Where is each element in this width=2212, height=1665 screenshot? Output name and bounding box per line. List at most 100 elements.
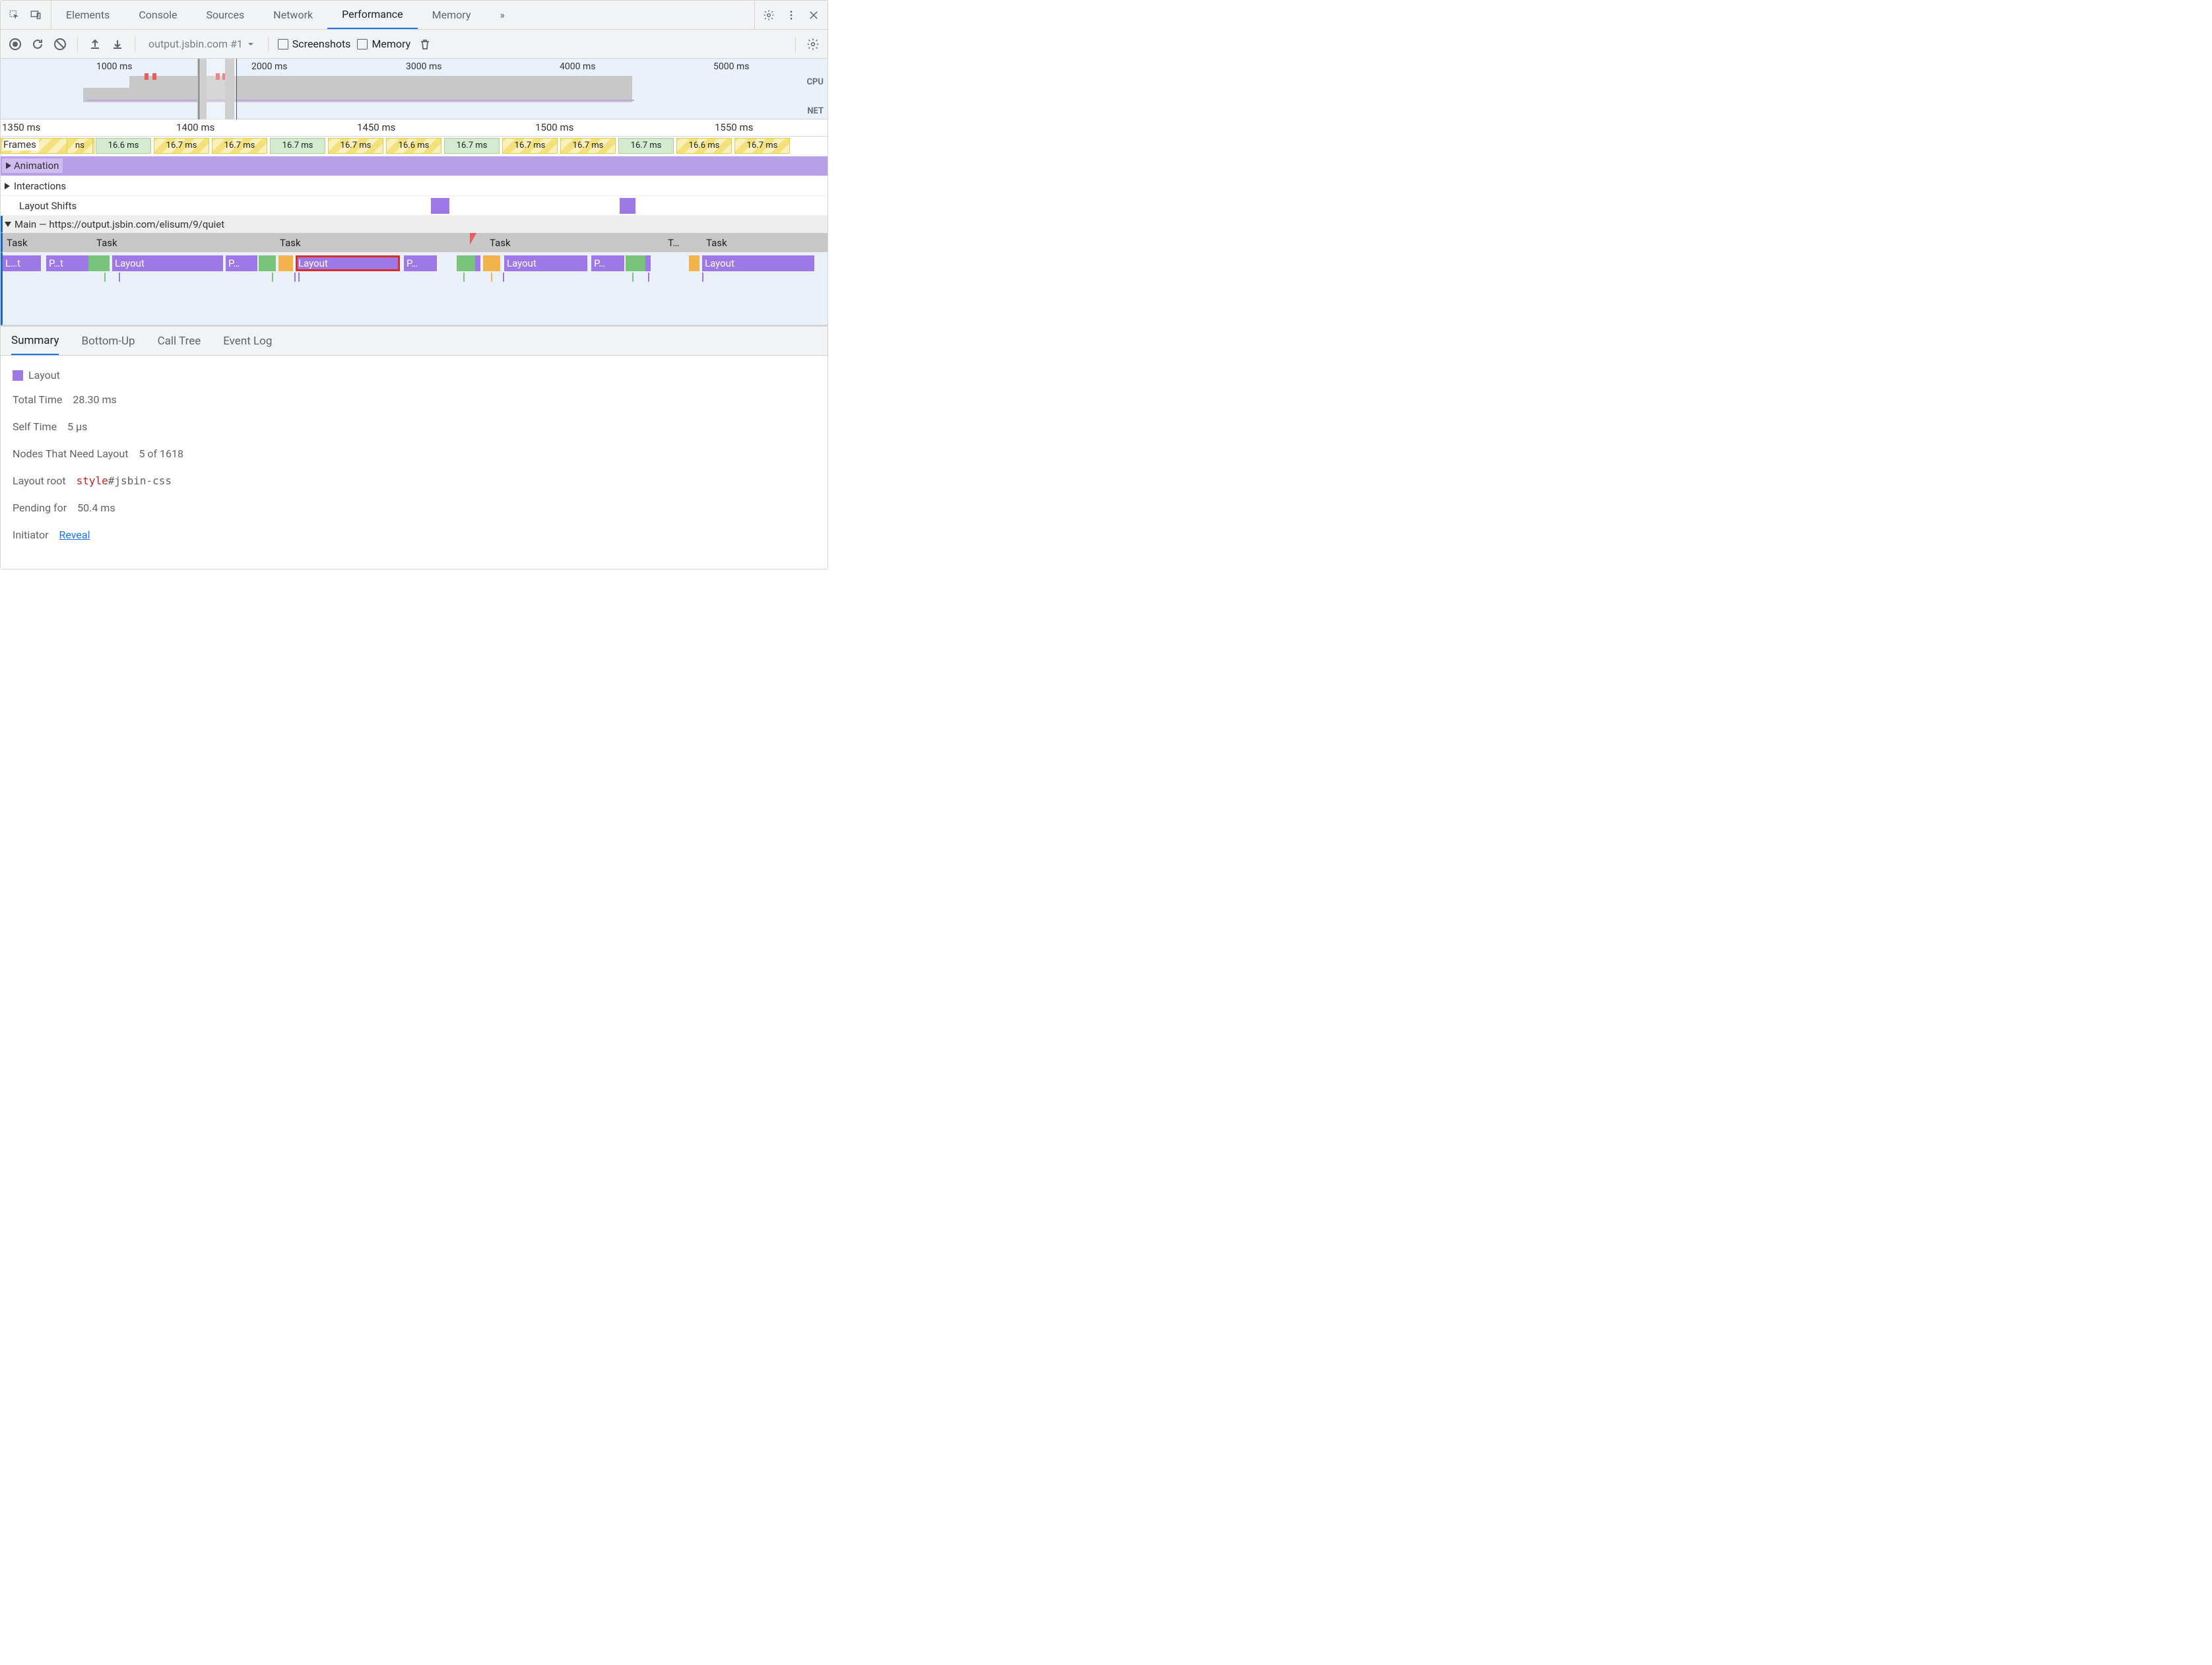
flame-tick (648, 273, 649, 282)
flame-block[interactable]: P…t (46, 255, 88, 271)
flame-block[interactable]: P… (226, 255, 257, 271)
detail-tab-bottom-up[interactable]: Bottom-Up (81, 335, 135, 348)
overview-cpu-label: CPU (807, 77, 824, 87)
detail-layout-root: Layout root style#jsbin-css (13, 474, 816, 487)
task-block[interactable]: Task (276, 235, 470, 251)
task-block[interactable]: Task (92, 235, 271, 251)
detail-tab-summary[interactable]: Summary (11, 327, 59, 355)
device-toolbar-icon[interactable] (30, 9, 42, 21)
frame-cell[interactable]: 16.6 ms (676, 138, 732, 154)
frame-cell[interactable]: 16.7 ms (560, 138, 616, 154)
reveal-link[interactable]: Reveal (59, 529, 90, 541)
gear-icon[interactable] (763, 9, 775, 21)
flame-block[interactable] (278, 255, 293, 271)
frame-cell[interactable]: 16.7 ms (734, 138, 790, 154)
flame-block[interactable]: L…t (3, 255, 41, 271)
overview-minimap[interactable]: 1000 ms 2000 ms 3000 ms 4000 ms 5000 ms … (1, 59, 828, 119)
flame-chart[interactable]: L…tP…tLayoutP…LayoutP…LayoutP…Layout (1, 253, 828, 325)
detail-panel: Summary Bottom-Up Call Tree Event Log La… (1, 325, 828, 569)
detail-self-time: Self Time 5 µs (13, 420, 816, 433)
frame-cell[interactable]: 16.7 ms (270, 138, 325, 154)
record-button[interactable] (7, 36, 23, 52)
tab-console[interactable]: Console (124, 1, 191, 29)
flame-block[interactable] (637, 255, 645, 271)
task-block[interactable]: Task (486, 235, 652, 251)
clear-button[interactable] (52, 36, 68, 52)
flame-block[interactable] (483, 255, 500, 271)
flame-block[interactable]: Layout (112, 255, 223, 271)
frame-cell[interactable]: 16.7 ms (212, 138, 267, 154)
tab-memory[interactable]: Memory (418, 1, 486, 29)
flame-block[interactable] (475, 255, 480, 271)
screenshots-checkbox[interactable]: Screenshots (278, 38, 351, 50)
flame-block[interactable]: Layout (702, 255, 814, 271)
reload-record-button[interactable] (30, 36, 46, 52)
layout-shift-marker[interactable] (431, 198, 449, 214)
detail-nodes: Nodes That Need Layout 5 of 1618 (13, 447, 816, 460)
trash-icon[interactable] (417, 36, 433, 52)
flame-tick (503, 273, 504, 282)
recording-selector[interactable]: output.jsbin.com #1 (145, 36, 259, 51)
flame-tick (632, 273, 634, 282)
layout-shift-marker[interactable] (620, 198, 635, 214)
tab-overflow[interactable]: » (485, 1, 519, 29)
flame-block[interactable] (269, 255, 276, 271)
tab-elements[interactable]: Elements (51, 1, 124, 29)
ruler-tick: 1350 ms (2, 121, 40, 133)
download-icon[interactable] (110, 36, 125, 52)
frame-cell[interactable]: ns (67, 138, 93, 154)
detail-heading-text: Layout (28, 369, 60, 381)
flame-block[interactable] (88, 255, 102, 271)
animation-header[interactable]: Animation (2, 158, 63, 173)
flame-block[interactable] (626, 255, 637, 271)
layout-shifts-row[interactable]: Layout Shifts (1, 196, 828, 216)
overview-tick: 3000 ms (406, 61, 441, 72)
detail-heading: Layout (13, 369, 816, 381)
frame-cell[interactable]: 16.7 ms (154, 138, 209, 154)
flame-block[interactable] (457, 255, 475, 271)
layout-root-tag: style (77, 474, 108, 487)
tab-sources[interactable]: Sources (191, 1, 259, 29)
frame-cell[interactable]: 16.7 ms (328, 138, 383, 154)
flame-block[interactable] (689, 255, 694, 271)
devtools-frame: Elements Console Sources Network Perform… (0, 0, 828, 570)
flame-block[interactable]: P… (404, 255, 437, 271)
frame-cell[interactable]: 16.7 ms (444, 138, 500, 154)
tab-performance[interactable]: Performance (327, 1, 418, 29)
frame-cell[interactable]: 16.7 ms (502, 138, 558, 154)
kebab-icon[interactable] (785, 9, 797, 21)
task-block[interactable]: Task (3, 235, 42, 251)
detail-tab-call-tree[interactable]: Call Tree (158, 335, 201, 348)
tasks-row[interactable]: Task Task Task Task T… Task (1, 233, 828, 253)
interactions-row[interactable]: Interactions (1, 176, 828, 196)
upload-icon[interactable] (87, 36, 103, 52)
tab-network[interactable]: Network (259, 1, 327, 29)
flame-block[interactable]: Layout (504, 255, 587, 271)
main-thread-header[interactable]: Main — https://output.jsbin.com/elisum/9… (1, 216, 828, 233)
flame-block[interactable]: Layout (296, 255, 400, 271)
flame-block[interactable] (694, 255, 699, 271)
inspect-icon[interactable] (9, 9, 20, 21)
detail-tab-event-log[interactable]: Event Log (223, 335, 272, 348)
capture-settings-icon[interactable] (805, 36, 821, 52)
flame-block[interactable] (102, 255, 110, 271)
memory-checkbox[interactable]: Memory (357, 38, 410, 50)
flame-block[interactable]: P… (591, 255, 624, 271)
overview-viewport[interactable] (199, 59, 237, 119)
flame-block[interactable] (645, 255, 651, 271)
close-icon[interactable] (808, 9, 820, 21)
task-block[interactable]: T… (664, 235, 684, 251)
overview-net-label: NET (807, 106, 824, 116)
flame-tick (104, 273, 106, 282)
detail-tabs: Summary Bottom-Up Call Tree Event Log (1, 327, 828, 356)
task-block[interactable]: Task (702, 235, 814, 251)
frames-row[interactable]: Frames ns16.6 ms16.7 ms16.7 ms16.7 ms16.… (1, 137, 828, 156)
flame-block[interactable] (259, 255, 269, 271)
frame-cell[interactable]: 16.6 ms (96, 138, 151, 154)
flame-tick (272, 273, 273, 282)
time-ruler[interactable]: 1350 ms 1400 ms 1450 ms 1500 ms 1550 ms (1, 119, 828, 137)
flame-tick (298, 273, 300, 282)
frame-cell[interactable]: 16.6 ms (386, 138, 441, 154)
frame-cell[interactable]: 16.7 ms (618, 138, 674, 154)
animation-row[interactable]: Animation (1, 156, 828, 176)
